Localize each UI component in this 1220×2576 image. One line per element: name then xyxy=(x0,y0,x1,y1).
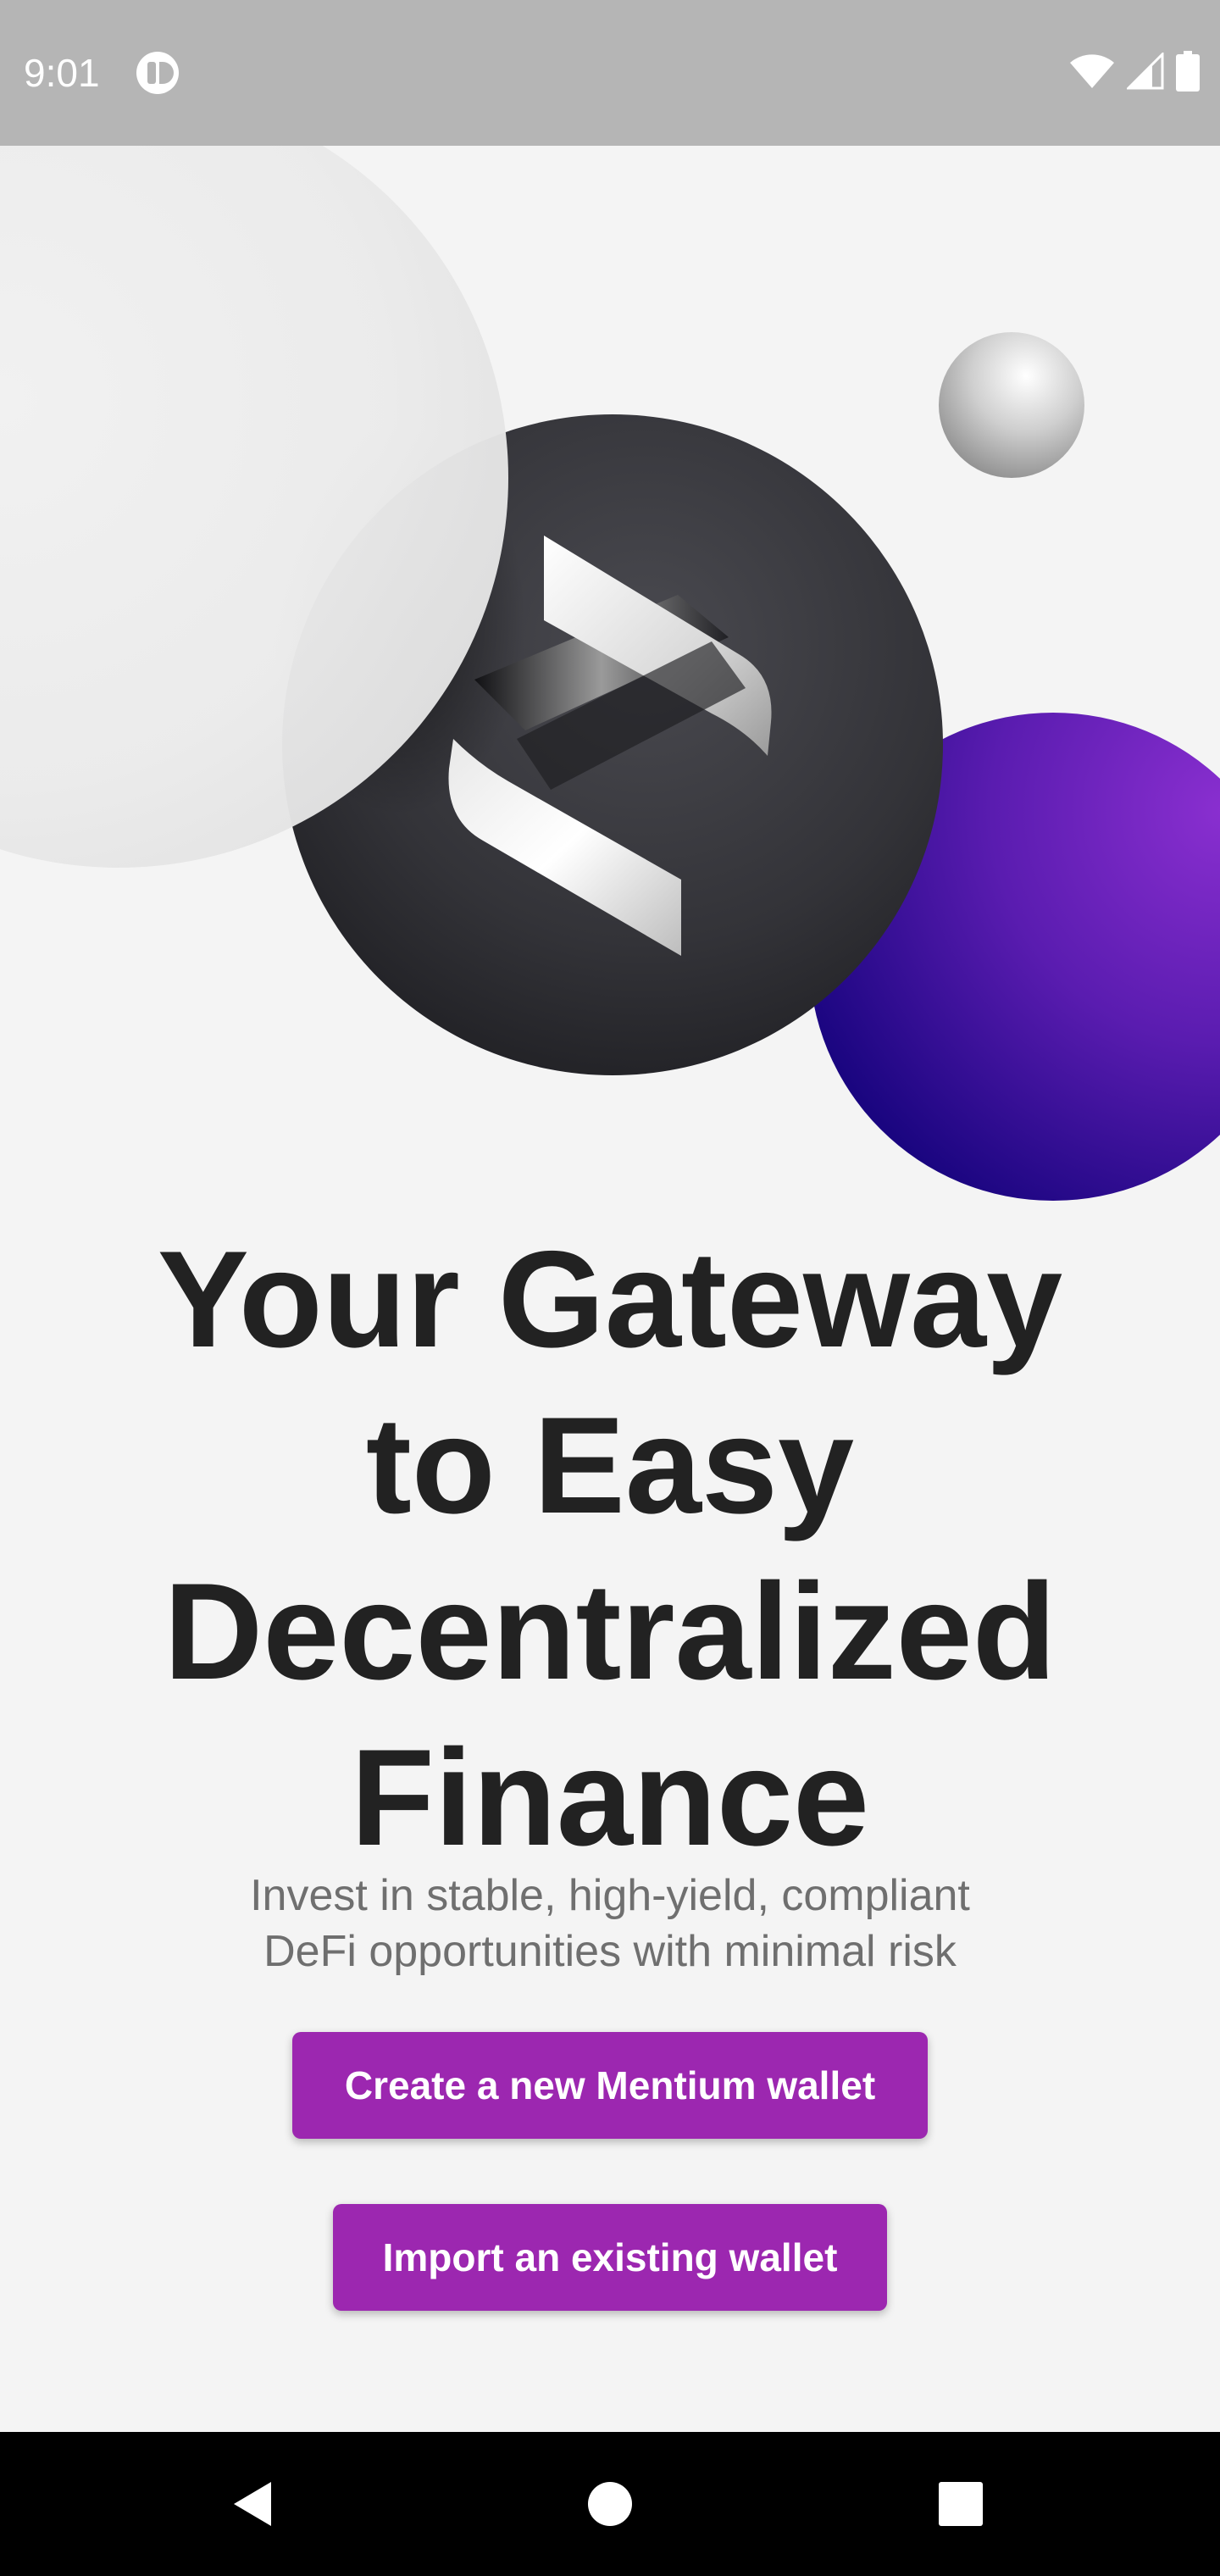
status-time: 9:01 xyxy=(24,51,100,95)
system-navigation-bar xyxy=(0,2432,1220,2576)
subtitle-line: Invest in stable, high-yield, compliant xyxy=(250,1871,970,1920)
subtitle-line: DeFi opportunities with minimal risk xyxy=(263,1927,957,1976)
wifi-icon xyxy=(1069,53,1115,93)
small-silver-sphere xyxy=(939,332,1084,478)
app-notification-icon xyxy=(136,51,180,95)
page-title: Your Gateway to Easy Decentralized Finan… xyxy=(68,1217,1152,1881)
cellular-signal-icon xyxy=(1125,51,1164,93)
home-button[interactable] xyxy=(542,2432,678,2576)
subtitle: Invest in stable, high-yield, compliant … xyxy=(169,1868,1051,1979)
status-icons xyxy=(1069,51,1200,95)
headline-line: Decentralized xyxy=(164,1555,1056,1708)
back-icon xyxy=(234,2482,271,2526)
headline-line: Finance xyxy=(350,1721,870,1874)
home-icon xyxy=(588,2482,632,2526)
hero-illustration xyxy=(0,146,1220,1210)
headline-line: to Easy xyxy=(365,1389,855,1542)
status-bar: 9:01 xyxy=(0,0,1220,146)
battery-icon xyxy=(1176,51,1200,95)
import-wallet-button[interactable]: Import an existing wallet xyxy=(333,2204,887,2311)
recents-button[interactable] xyxy=(893,2432,1029,2576)
create-wallet-button[interactable]: Create a new Mentium wallet xyxy=(292,2032,928,2139)
back-button[interactable] xyxy=(186,2432,322,2576)
recents-icon xyxy=(939,2482,983,2526)
onboarding-screen: 9:01 Your Gateway to Easy Decentralized … xyxy=(0,0,1220,2576)
headline-line: Your Gateway xyxy=(157,1223,1063,1376)
